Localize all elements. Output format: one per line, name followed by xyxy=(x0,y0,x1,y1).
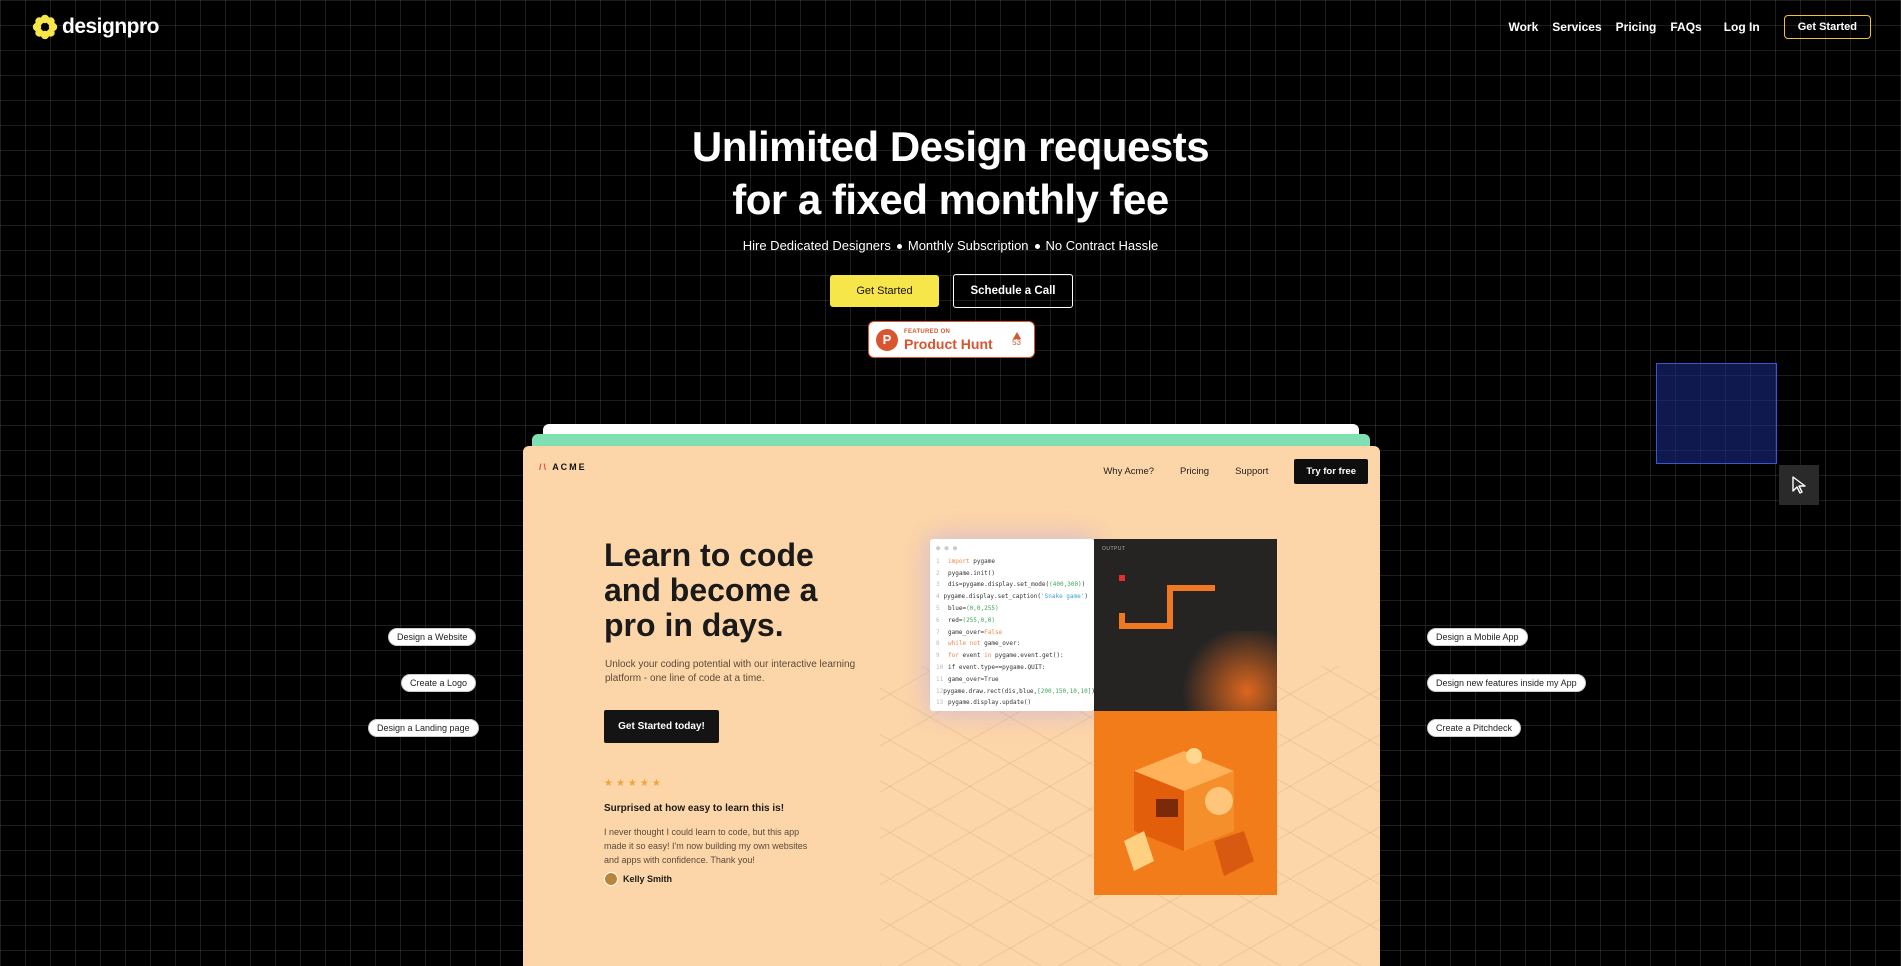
product-hunt-logo-icon: P xyxy=(876,328,898,351)
hero-title: Unlimited Design requests for a fixed mo… xyxy=(0,120,1901,226)
output-label: OUTPUT xyxy=(1102,546,1126,552)
get-started-today-button[interactable]: Get Started today! xyxy=(604,710,719,743)
product-hunt-featured-label: FEATURED ON xyxy=(904,328,951,335)
acme-mark-icon: /\ xyxy=(539,462,549,472)
snake-segment xyxy=(1119,613,1125,629)
hero-sub-item: No Contract Hassle xyxy=(1045,238,1159,253)
review-text: I never thought I could learn to code, b… xyxy=(604,827,808,865)
isometric-illustration xyxy=(1094,711,1277,895)
output-panel: OUTPUT xyxy=(1094,539,1277,711)
acme-brand: ACME xyxy=(552,462,587,472)
vote-count: 53 xyxy=(1012,337,1021,347)
product-hunt-name: Product Hunt xyxy=(904,335,993,352)
code-line: 11 game_over=True xyxy=(936,675,999,683)
preview-nav-support[interactable]: Support xyxy=(1235,466,1268,477)
bullet-dot xyxy=(896,244,902,250)
reviewer-name: Kelly Smith xyxy=(623,874,673,884)
nav-link-faqs[interactable]: FAQs xyxy=(1670,20,1701,34)
code-line: 7 game_over=False xyxy=(936,628,1003,636)
product-hunt-votes: 53 xyxy=(1012,331,1021,348)
avatar xyxy=(604,872,618,886)
review-title: Surprised at how easy to learn this is! xyxy=(604,803,785,814)
brand-name: designpro xyxy=(62,15,160,38)
code-editor-panel: ● ● ● 1 import pygame 2 pygame.init() 3 dis… xyxy=(930,539,1095,711)
login-link[interactable]: Log In xyxy=(1724,20,1760,34)
pill-design-website[interactable]: Design a Website xyxy=(388,628,477,646)
pill-design-mobile-app[interactable]: Design a Mobile App xyxy=(1427,628,1528,646)
code-line: 8 while not game_over: xyxy=(936,640,1021,648)
code-line: 9 for event in pygame.event.get(): xyxy=(936,652,1064,660)
preview-nav: Why Acme? Pricing Support Try for free xyxy=(1103,459,1368,484)
hero-get-started-button[interactable]: Get Started xyxy=(830,275,939,307)
brand-logo[interactable]: designpro xyxy=(32,14,160,40)
hero-sub-item: Hire Dedicated Designers xyxy=(742,238,891,253)
nav-get-started-button[interactable]: Get Started xyxy=(1783,15,1871,39)
product-hunt-badge[interactable]: P FEATURED ON Product Hunt 53 xyxy=(868,321,1035,358)
code-line: 6 red=(255,0,0) xyxy=(936,616,995,624)
isometric-objects-image xyxy=(1094,711,1277,895)
top-nav: designpro Work Services Pricing FAQs Log… xyxy=(0,0,1901,52)
pill-create-pitchdeck[interactable]: Create a Pitchdeck xyxy=(1427,719,1522,737)
nav-links: Work Services Pricing FAQs Log In Get St… xyxy=(1508,15,1871,39)
selection-box xyxy=(1656,363,1777,464)
code-line: 12 pygame.draw.rect(dis,blue,[200,150,10,… xyxy=(936,687,1095,695)
preview-card: /\ ACME Why Acme? Pricing Support Try fo… xyxy=(523,446,1380,966)
hero-title-line1: Unlimited Design requests xyxy=(691,123,1210,170)
bullet-dot xyxy=(1034,244,1040,250)
code-line: 5 blue=(0,0,255) xyxy=(936,604,999,612)
pill-create-logo[interactable]: Create a Logo xyxy=(401,674,477,692)
pill-design-new-features[interactable]: Design new features inside my App xyxy=(1427,674,1586,692)
window-dots-icon: ● ● ● xyxy=(936,544,958,552)
code-line: 4 pygame.display.set_caption('Snake game'… xyxy=(936,593,1088,601)
cursor-arrow-icon xyxy=(1792,476,1806,494)
acme-logo[interactable]: /\ ACME xyxy=(539,462,587,472)
code-line: 13 pygame.display.update() xyxy=(936,699,1032,707)
preview-nav-pricing[interactable]: Pricing xyxy=(1180,466,1209,477)
nav-link-pricing[interactable]: Pricing xyxy=(1616,20,1657,34)
snake-segment xyxy=(1167,585,1215,591)
flower-logo-icon xyxy=(32,14,58,40)
hero-sub-item: Monthly Subscription xyxy=(907,238,1029,253)
snake-food xyxy=(1119,575,1125,581)
nav-link-work[interactable]: Work xyxy=(1508,20,1538,34)
code-line: 3 dis=pygame.display.set_mode((400,300)) xyxy=(936,581,1086,589)
cursor-tool-button[interactable] xyxy=(1779,465,1819,505)
nav-link-services[interactable]: Services xyxy=(1552,20,1601,34)
hero-title-line2: for a fixed monthly fee xyxy=(732,176,1169,223)
output-glow xyxy=(1177,631,1277,711)
preview-title: Learn to code and become a pro in days. xyxy=(604,537,818,643)
code-line: 10 if event.type==pygame.QUIT: xyxy=(936,663,1046,671)
code-line: 1 import pygame xyxy=(936,557,995,565)
reviewer: Kelly Smith xyxy=(604,872,672,886)
product-hunt-text: FEATURED ON Product Hunt xyxy=(904,329,993,351)
preview-nav-why-acme[interactable]: Why Acme? xyxy=(1103,466,1154,477)
try-for-free-button[interactable]: Try for free xyxy=(1294,459,1368,484)
snake-segment xyxy=(1119,623,1173,629)
preview-description: Unlock your coding potential with our in… xyxy=(605,659,856,684)
rating-stars: ★★★★★ xyxy=(604,778,664,789)
schedule-call-button[interactable]: Schedule a Call xyxy=(953,274,1073,308)
pill-design-landing-page[interactable]: Design a Landing page xyxy=(368,719,479,737)
code-line: 2 pygame.init() xyxy=(936,569,995,577)
hero-subtitle: Hire Dedicated Designers Monthly Subscrip… xyxy=(0,238,1901,253)
